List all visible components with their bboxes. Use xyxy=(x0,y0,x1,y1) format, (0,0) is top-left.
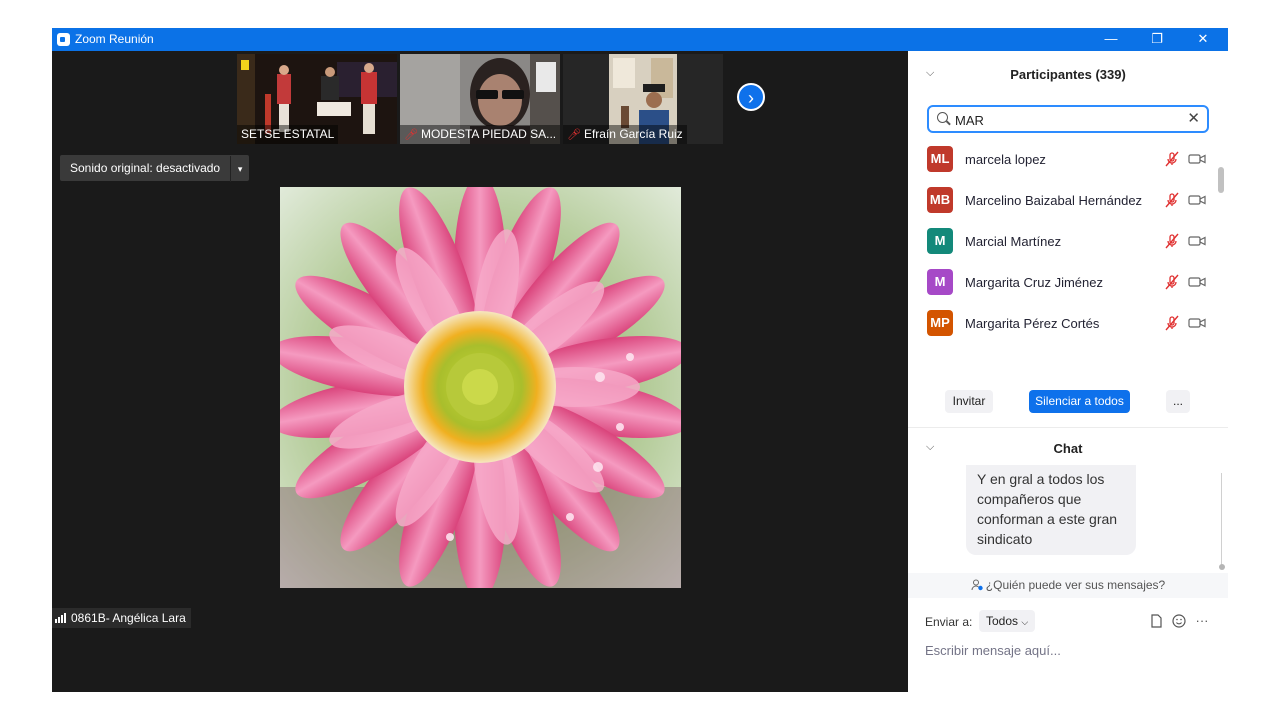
send-to-select[interactable]: Todos ⌵ xyxy=(979,610,1036,632)
video-stage: SETSE ESTATAL 🎤︎ MODESTA PIEDAD SA... 🎤︎… xyxy=(52,51,908,692)
invite-button[interactable]: Invitar xyxy=(945,390,993,413)
participant-row[interactable]: MP Margarita Pérez Cortés xyxy=(908,305,1218,346)
original-sound-label: Sonido original: desactivado xyxy=(70,161,221,175)
shared-screen-image xyxy=(280,187,681,588)
active-speaker-label: 0861B- Angélica Lara xyxy=(52,608,191,628)
search-input[interactable] xyxy=(955,110,1175,130)
video-off-icon[interactable] xyxy=(1188,316,1206,330)
participant-search[interactable]: ✕ xyxy=(927,105,1209,133)
minimize-button[interactable]: — xyxy=(1088,28,1134,51)
clear-search-icon[interactable]: ✕ xyxy=(1187,110,1200,128)
avatar: ML xyxy=(927,146,953,172)
participants-header: ⌵ Participantes (339) xyxy=(908,51,1228,95)
participant-name: SETSE ESTATAL xyxy=(241,127,335,141)
side-panel: ⌵ Participantes (339) ✕ ML marcela lopez… xyxy=(908,51,1228,692)
emoji-icon[interactable] xyxy=(1171,613,1187,629)
mute-all-button[interactable]: Silenciar a todos xyxy=(1029,390,1130,413)
thumbnail-label: 🎤︎ Efraín García Ruiz xyxy=(563,125,687,144)
avatar: M xyxy=(927,228,953,254)
participant-row[interactable]: MB Marcelino Baizabal Hernández xyxy=(908,182,1218,223)
file-icon[interactable] xyxy=(1148,613,1164,629)
participant-name: marcela lopez xyxy=(965,152,1046,167)
avatar: M xyxy=(927,269,953,295)
scrollbar-thumb[interactable] xyxy=(1219,564,1225,570)
mic-muted-icon[interactable] xyxy=(1164,233,1180,249)
participant-row[interactable]: M Marcial Martínez xyxy=(908,223,1218,264)
person-icon xyxy=(971,579,983,591)
more-options-button[interactable]: ... xyxy=(1166,390,1190,413)
video-thumbnail[interactable]: 🎤︎ Efraín García Ruiz xyxy=(563,54,723,144)
thumbnail-label: 🎤︎ MODESTA PIEDAD SA... xyxy=(400,125,560,144)
title-bar: Zoom Reunión — ❐ ✕ xyxy=(52,28,1228,51)
mic-muted-icon[interactable] xyxy=(1164,315,1180,331)
thumbnail-label: SETSE ESTATAL xyxy=(237,125,339,144)
next-page-button[interactable]: › xyxy=(737,83,765,111)
participant-name: Margarita Pérez Cortés xyxy=(965,316,1100,331)
message-visibility-link[interactable]: ¿Quién puede ver sus mensajes? xyxy=(908,578,1228,592)
message-visibility-bar[interactable]: ¿Quién puede ver sus mensajes? xyxy=(908,573,1228,598)
restore-button[interactable]: ❐ xyxy=(1134,28,1180,51)
participant-name: Marcial Martínez xyxy=(965,234,1062,249)
participant-row[interactable]: M Margarita Cruz Jiménez xyxy=(908,264,1218,305)
avatar: MB xyxy=(927,187,953,213)
mic-muted-icon[interactable] xyxy=(1164,192,1180,208)
divider xyxy=(908,427,1228,428)
participant-scrollbar[interactable] xyxy=(1218,167,1224,373)
mic-muted-icon[interactable] xyxy=(1164,151,1180,167)
chat-scrollbar[interactable] xyxy=(1219,473,1225,573)
video-off-icon[interactable] xyxy=(1188,234,1206,248)
video-off-icon[interactable] xyxy=(1188,275,1206,289)
more-chat-options-icon[interactable]: ··· xyxy=(1194,613,1210,629)
dropdown-arrow-icon[interactable]: ▾ xyxy=(230,156,249,182)
scrollbar-track[interactable] xyxy=(1221,473,1222,565)
scrollbar-thumb[interactable] xyxy=(1218,167,1224,193)
window-title: Zoom Reunión xyxy=(75,32,154,46)
video-off-icon[interactable] xyxy=(1188,152,1206,166)
participant-name: MODESTA PIEDAD SA... xyxy=(420,127,557,141)
participant-name: Marcelino Baizabal Hernández xyxy=(965,193,1143,208)
chevron-right-icon: › xyxy=(748,88,754,108)
video-off-icon[interactable] xyxy=(1188,193,1206,207)
participant-name: Efraín García Ruiz xyxy=(583,127,683,141)
video-thumbnail[interactable]: 🎤︎ MODESTA PIEDAD SA... xyxy=(400,54,560,144)
original-sound-button[interactable]: Sonido original: desactivado ▾ xyxy=(60,155,250,182)
chevron-down-icon: ⌵ xyxy=(1021,617,1029,627)
message-visibility-text: ¿Quién puede ver sus mensajes? xyxy=(985,578,1166,592)
participant-list: ML marcela lopez MB Marcelino Baizabal H… xyxy=(908,141,1218,351)
connection-signal-icon xyxy=(55,609,67,629)
close-window-button[interactable]: ✕ xyxy=(1180,28,1226,51)
search-icon xyxy=(937,112,948,123)
participants-title: Participantes (339) xyxy=(1010,67,1126,82)
mic-muted-icon[interactable] xyxy=(1164,274,1180,290)
video-thumbnail[interactable]: SETSE ESTATAL xyxy=(237,54,397,144)
mic-muted-icon: 🎤︎ xyxy=(567,129,581,141)
avatar: MP xyxy=(927,310,953,336)
send-to-label: Enviar a: xyxy=(925,615,973,629)
participant-row[interactable]: ML marcela lopez xyxy=(908,141,1218,182)
zoom-window: Zoom Reunión — ❐ ✕ SETSE ESTATAL 🎤︎ MODE… xyxy=(52,28,1228,692)
zoom-logo-icon xyxy=(57,33,70,46)
chat-message-input[interactable] xyxy=(925,640,1215,660)
send-to-value: Todos xyxy=(986,614,1019,628)
chat-title: Chat xyxy=(1053,441,1083,456)
chat-message: Y en gral a todos los compañeros que con… xyxy=(966,465,1136,555)
pink-flower-image xyxy=(280,187,681,588)
mic-muted-icon: 🎤︎ xyxy=(404,129,418,141)
speaker-name: 0861B- Angélica Lara xyxy=(71,611,186,625)
participant-name: Margarita Cruz Jiménez xyxy=(965,275,1103,290)
